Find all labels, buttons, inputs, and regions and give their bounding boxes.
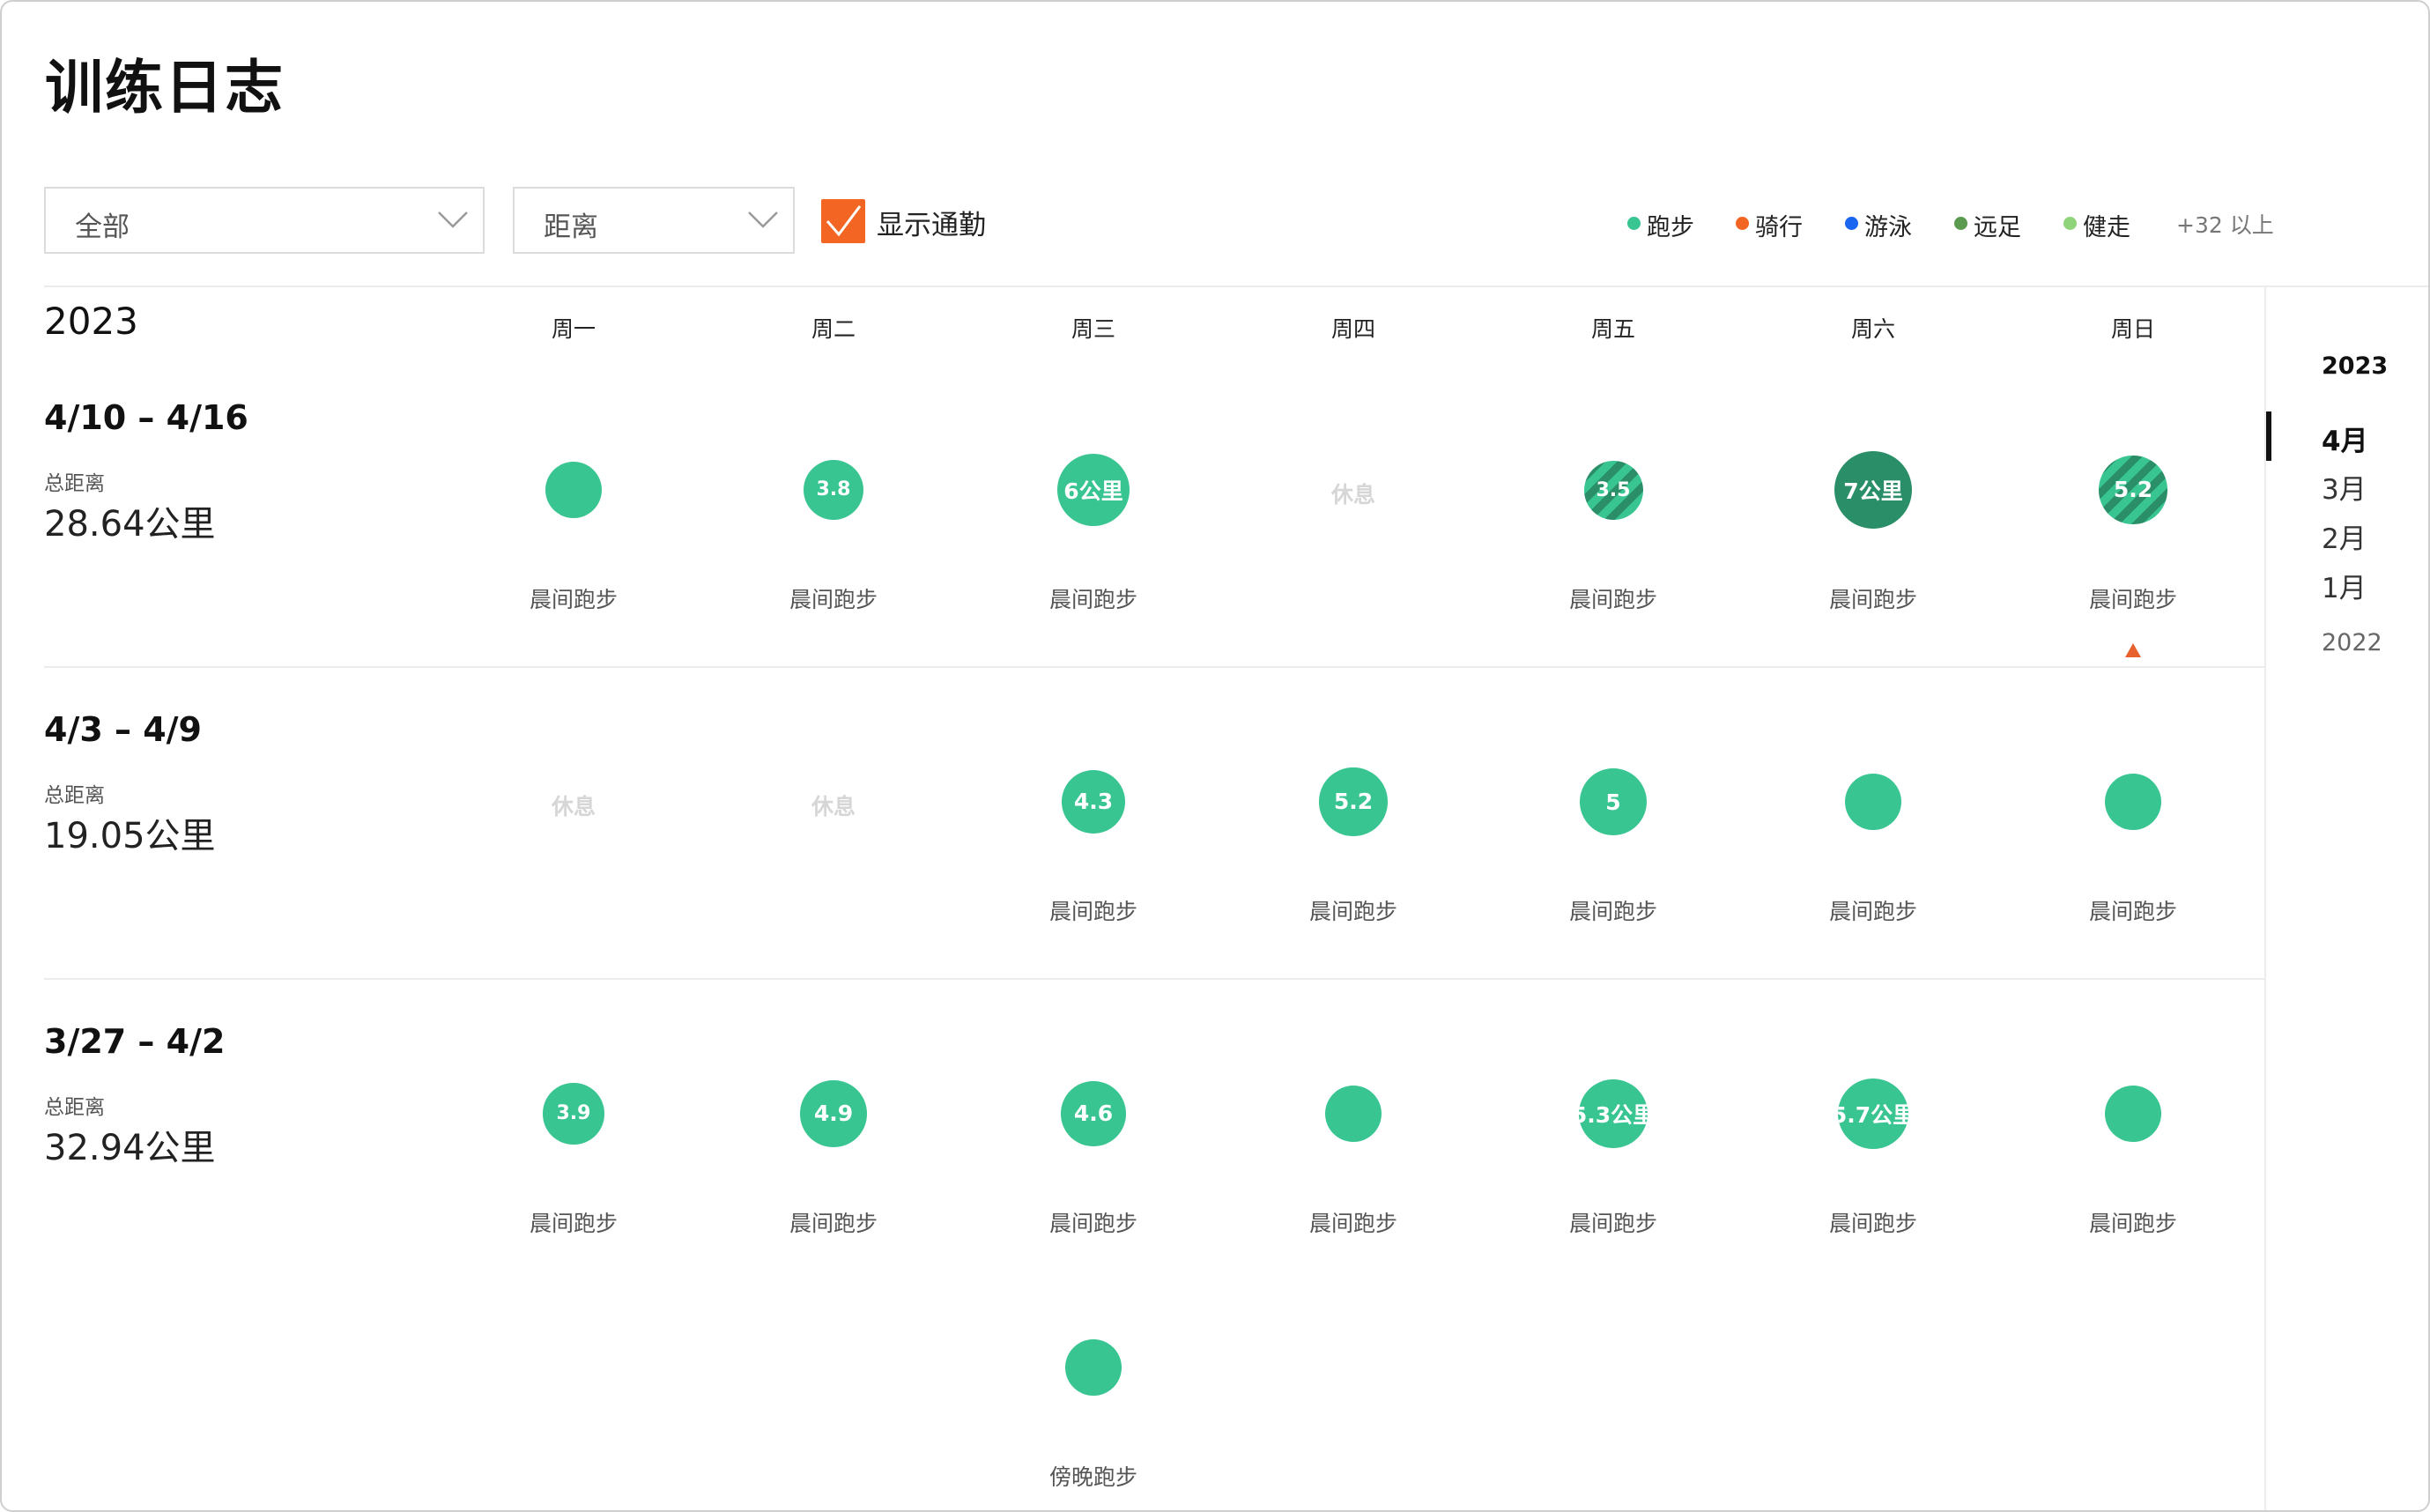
active-month-indicator	[2266, 411, 2271, 461]
activity-label[interactable]: 晨间跑步	[1785, 894, 1961, 926]
header-divider	[44, 285, 2428, 287]
weekday-header: 周一	[551, 316, 596, 342]
legend-label: 远足	[1974, 214, 2021, 241]
activity-label[interactable]: 傍晚跑步	[1005, 1460, 1182, 1492]
weekday-header: 周四	[1330, 316, 1375, 342]
sidebar-divider	[2264, 285, 2266, 1510]
metric-select[interactable]: 距离	[513, 187, 795, 254]
activity-circle[interactable]: 4.9	[800, 1080, 867, 1147]
week-range: 3/27 – 4/2	[44, 1022, 226, 1061]
legend-label: 游泳	[1864, 214, 1912, 241]
month-nav-item[interactable]: 4月	[2322, 419, 2368, 458]
activity-type-value: 全部	[75, 211, 130, 243]
activity-label[interactable]: 晨间跑步	[1265, 1206, 1441, 1238]
month-nav-item[interactable]: 1月	[2322, 566, 2367, 605]
legend-more[interactable]: +32 以上	[2176, 208, 2274, 240]
week-total-distance: 19.05公里	[44, 816, 216, 856]
metric-value: 距离	[544, 211, 598, 243]
activity-circle[interactable]: 4.3	[1062, 770, 1125, 834]
activity-label[interactable]: 晨间跑步	[2045, 894, 2221, 926]
legend-dot	[2063, 217, 2077, 230]
activity-label[interactable]: 晨间跑步	[1005, 1206, 1182, 1238]
weekday-header: 周二	[811, 316, 856, 342]
activity-label[interactable]: 晨间跑步	[1265, 894, 1441, 926]
commute-label[interactable]: 显示通勤	[877, 203, 986, 242]
activity-label[interactable]: 晨间跑步	[2045, 582, 2221, 614]
activity-label[interactable]: 晨间跑步	[1525, 582, 1701, 614]
legend-dot	[1954, 217, 1967, 230]
weekday-header: 周三	[1071, 316, 1115, 342]
month-nav-item[interactable]: 2月	[2322, 516, 2367, 556]
week-total-distance: 28.64公里	[44, 504, 216, 545]
legend-label: 骑行	[1755, 214, 1803, 241]
week-divider	[44, 978, 2264, 980]
activity-circle[interactable]: 6公里	[1057, 454, 1130, 526]
week-total-caption: 总距离	[44, 1096, 105, 1119]
weekday-header: 周日	[2110, 316, 2155, 342]
activity-circle[interactable]: 5.7公里	[1837, 1078, 1909, 1150]
chevron-down-icon	[748, 211, 778, 228]
rest-day: 休息	[551, 794, 596, 819]
activity-label[interactable]: 晨间跑步	[1525, 894, 1701, 926]
activity-circle[interactable]	[1325, 1086, 1382, 1142]
page-title: 训练日志	[45, 54, 285, 122]
rest-day: 休息	[811, 794, 856, 819]
activity-circle[interactable]: 7公里	[1834, 451, 1912, 529]
legend-label: 跑步	[1647, 214, 1694, 241]
legend-label: 健走	[2083, 214, 2130, 241]
month-nav-item[interactable]: 3月	[2322, 467, 2367, 507]
legend-dot	[1845, 217, 1858, 230]
activity-label[interactable]: 晨间跑步	[1005, 582, 1182, 614]
activity-label[interactable]: 晨间跑步	[1005, 894, 1182, 926]
activity-label[interactable]: 晨间跑步	[1525, 1206, 1701, 1238]
activity-circle[interactable]: 4.6	[1061, 1081, 1126, 1146]
activity-label[interactable]: 晨间跑步	[485, 1206, 662, 1238]
commute-checkbox[interactable]	[821, 199, 865, 243]
activity-circle[interactable]: 5	[1580, 768, 1647, 835]
calendar-year: 2023	[44, 300, 138, 343]
activity-circle[interactable]: 3.9	[543, 1083, 604, 1145]
activity-circle[interactable]	[2105, 774, 2161, 830]
activity-label[interactable]: 晨间跑步	[1785, 582, 1961, 614]
chevron-down-icon	[438, 211, 468, 228]
activity-circle[interactable]: 5.3公里	[1579, 1079, 1648, 1148]
activity-type-select[interactable]: 全部	[44, 187, 485, 254]
weekday-header: 周五	[1590, 316, 1635, 342]
checkmark-icon	[826, 205, 862, 237]
activity-circle[interactable]	[1065, 1339, 1122, 1396]
activity-circle[interactable]	[1845, 774, 1901, 830]
activity-circle[interactable]: 5.2	[1319, 767, 1388, 836]
rest-day: 休息	[1330, 482, 1375, 508]
activity-label[interactable]: 晨间跑步	[485, 582, 662, 614]
activity-circle[interactable]: 3.8	[803, 459, 864, 521]
week-range: 4/10 – 4/16	[44, 398, 248, 437]
activity-label[interactable]: 晨间跑步	[745, 582, 922, 614]
week-divider	[44, 666, 2264, 668]
activity-circle[interactable]	[2105, 1086, 2161, 1142]
week-total-caption: 总距离	[44, 784, 105, 807]
activity-label[interactable]: 晨间跑步	[1785, 1206, 1961, 1238]
week-range: 4/3 – 4/9	[44, 710, 202, 749]
weekday-header: 周六	[1850, 316, 1895, 342]
week-total-caption: 总距离	[44, 472, 105, 495]
activity-label[interactable]: 晨间跑步	[2045, 1206, 2221, 1238]
legend-dot	[1627, 217, 1641, 230]
activity-circle[interactable]: 3.5	[1583, 460, 1643, 520]
today-marker-icon	[2125, 643, 2141, 657]
legend-dot	[1736, 217, 1749, 230]
activity-label[interactable]: 晨间跑步	[745, 1206, 922, 1238]
week-total-distance: 32.94公里	[44, 1128, 216, 1168]
activity-circle[interactable]: 5.2	[2099, 456, 2167, 524]
sidebar-prev-year[interactable]: 2022	[2322, 629, 2382, 656]
training-log-page: 训练日志 全部 距离 显示通勤 跑步 骑行 游泳 远足 健走 +32 以上 2023 周…	[0, 0, 2430, 1512]
activity-circle[interactable]	[545, 462, 602, 518]
sidebar-year[interactable]: 2023	[2322, 352, 2388, 380]
